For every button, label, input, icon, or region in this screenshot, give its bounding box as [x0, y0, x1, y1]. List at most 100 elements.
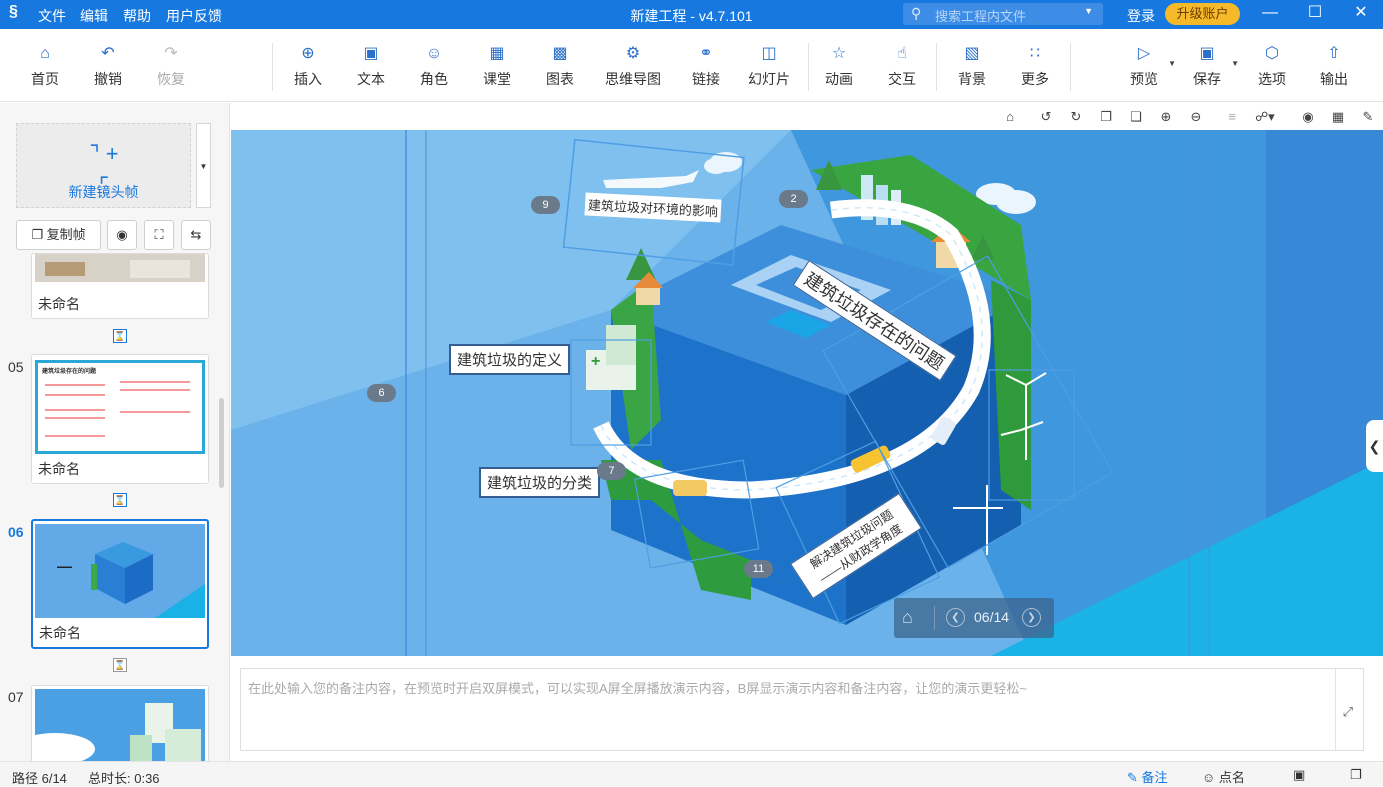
- rotate-right-icon[interactable]: ↻: [1067, 109, 1085, 125]
- text-icon: ▣: [363, 45, 379, 62]
- search-placeholder: 搜索工程内文件: [935, 9, 1027, 24]
- mindmap-button[interactable]: ⚙ 思维导图: [601, 43, 665, 89]
- menu-file[interactable]: 文件: [38, 6, 66, 26]
- role-button[interactable]: ☺ 角色: [405, 43, 463, 89]
- rollcall-button[interactable]: ☺ 点名: [1202, 767, 1245, 786]
- app-logo-icon: §: [9, 3, 18, 20]
- focus-frame-icon: ⛶: [154, 227, 164, 242]
- preview-button[interactable]: ▷ 预览 ▼: [1112, 43, 1176, 89]
- slide-button[interactable]: ◫ 幻灯片: [740, 43, 798, 89]
- path-badge[interactable]: 2: [779, 190, 808, 208]
- next-icon[interactable]: ❯: [1022, 608, 1041, 627]
- chart-button[interactable]: ▩ 图表: [531, 43, 589, 89]
- export-button[interactable]: ⇧ 输出: [1305, 43, 1363, 89]
- prev-icon[interactable]: ❮: [946, 608, 965, 627]
- screen-icon[interactable]: ▣: [1293, 767, 1305, 783]
- transition-icon[interactable]: ⌛: [113, 658, 127, 672]
- slide-canvas[interactable]: + 建筑垃圾对环境的影响 建筑垃圾存在的问题 建筑垃圾的定义 建筑垃圾的分类 解…: [231, 130, 1383, 656]
- slide-label-classification[interactable]: 建筑垃圾的分类: [479, 467, 601, 498]
- animation-button[interactable]: ☆ 动画: [810, 43, 868, 89]
- frame-number: 07: [8, 689, 24, 705]
- frame-thumb-title: 建筑垃圾存在的问题: [42, 369, 97, 375]
- align-icon[interactable]: ≡: [1223, 109, 1241, 125]
- undo-icon: ↶: [101, 45, 115, 62]
- notes-toggle-button[interactable]: ✎ 备注: [1127, 767, 1168, 786]
- zoom-in-icon[interactable]: ⊕: [1157, 109, 1175, 125]
- login-button[interactable]: 登录: [1127, 6, 1155, 26]
- settings-icon: ⬡: [1265, 45, 1279, 62]
- collapse-right-panel-button[interactable]: ❮: [1366, 420, 1383, 472]
- settings-icon[interactable]: ▦: [1329, 109, 1347, 125]
- path-badge[interactable]: 7: [597, 462, 626, 480]
- minimize-icon[interactable]: —: [1258, 3, 1282, 25]
- save-icon: ▣: [1199, 45, 1215, 62]
- lock-icon[interactable]: ☍▾: [1255, 109, 1275, 125]
- paste-icon[interactable]: ❑: [1127, 109, 1145, 125]
- home-button[interactable]: ⌂ 首页: [16, 43, 74, 89]
- frame-thumbnail-06[interactable]: ▬▬▬ 未命名: [31, 519, 209, 649]
- save-button[interactable]: ▣ 保存 ▼: [1175, 43, 1239, 89]
- hand-icon: ☝: [897, 45, 907, 62]
- redo-button[interactable]: ↷ 恢复: [142, 43, 200, 89]
- chevron-down-icon[interactable]: ▼: [1231, 59, 1239, 68]
- slide-label-definition[interactable]: 建筑垃圾的定义: [449, 344, 571, 375]
- frame-caption: 未命名: [39, 625, 81, 641]
- star-icon: ☆: [831, 45, 847, 62]
- path-button[interactable]: ⇆: [181, 220, 211, 250]
- close-icon[interactable]: ✕: [1349, 3, 1373, 25]
- menu-feedback[interactable]: 用户反馈: [166, 6, 222, 26]
- insert-button[interactable]: ⊕ 插入: [279, 43, 337, 89]
- slide-icon: ◫: [761, 45, 777, 62]
- camera-button[interactable]: ◉: [107, 220, 137, 250]
- upgrade-button[interactable]: 升级账户: [1165, 3, 1240, 25]
- notes-input[interactable]: 在此处输入您的备注内容，在预览时开启双屏模式，可以实现A屏全屏播放演示内容，B屏…: [240, 668, 1364, 751]
- status-bar: 路径 6/14 总时长: 0:36 ✎ 备注 ☺ 点名 ▣ ❐: [0, 761, 1383, 786]
- scrollbar[interactable]: [219, 398, 224, 488]
- frame-thumbnail-05[interactable]: 建筑垃圾存在的问题 未命名: [31, 354, 209, 484]
- menu-help[interactable]: 帮助: [123, 6, 151, 26]
- new-frame-button[interactable]: ⌝ + ⌜ 新建镜头帧: [16, 123, 191, 208]
- menu-edit[interactable]: 编辑: [80, 6, 108, 26]
- copy-frame-button[interactable]: ❐ 复制帧: [16, 220, 101, 250]
- frame-caption: 未命名: [38, 296, 80, 312]
- home-view-icon[interactable]: ⌂: [1001, 109, 1019, 125]
- text-button[interactable]: ▣ 文本: [342, 43, 400, 89]
- slide-pager: ⌂ ❮ 06/14 ❯: [894, 598, 1054, 638]
- more-button[interactable]: ∷ 更多: [1006, 43, 1064, 89]
- path-badge[interactable]: 9: [531, 196, 560, 214]
- zoom-out-icon[interactable]: ⊖: [1187, 109, 1205, 125]
- frame-number: 05: [8, 359, 24, 375]
- camera-icon: ◉: [116, 227, 128, 242]
- bar-chart-icon: ▩: [552, 45, 568, 62]
- interaction-button[interactable]: ☝ 交互: [873, 43, 931, 89]
- plus-circle-icon: ⊕: [301, 45, 315, 62]
- expand-icon[interactable]: ⤢: [1343, 704, 1353, 720]
- undo-button[interactable]: ↶ 撤销: [79, 43, 137, 89]
- transition-icon[interactable]: ⌛: [113, 329, 127, 343]
- frame-thumbnail-07[interactable]: [31, 685, 209, 761]
- window-icon[interactable]: ❐: [1350, 767, 1362, 783]
- rotate-left-icon[interactable]: ↺: [1037, 109, 1055, 125]
- home-icon[interactable]: ⌂: [902, 607, 913, 628]
- transition-icon[interactable]: ⌛: [113, 493, 127, 507]
- path-badge[interactable]: 11: [744, 560, 773, 578]
- fit-frame-button[interactable]: ⛶: [144, 220, 174, 250]
- screenshot-icon[interactable]: ◉: [1299, 109, 1317, 125]
- frame-thumbnail-04[interactable]: 未命名: [31, 253, 209, 319]
- new-frame-dropdown[interactable]: ▼: [196, 123, 211, 208]
- title-bar: § 文件 编辑 帮助 用户反馈 新建工程 - v4.7.101 ⚲ 搜索工程内文…: [0, 0, 1383, 29]
- duration-status: 总时长: 0:36: [88, 771, 160, 786]
- classroom-button[interactable]: ▦ 课堂: [468, 43, 526, 89]
- path-badge[interactable]: 6: [367, 384, 396, 402]
- chevron-down-icon[interactable]: ▼: [1084, 6, 1093, 16]
- options-button[interactable]: ⬡ 选项: [1243, 43, 1301, 89]
- maximize-icon[interactable]: ☐: [1303, 3, 1327, 25]
- pager-text: 06/14: [974, 609, 1010, 625]
- search-input[interactable]: ⚲ 搜索工程内文件 ▼: [903, 3, 1103, 25]
- link-button[interactable]: ⚭ 链接: [677, 43, 735, 89]
- notes-divider: [1335, 669, 1336, 750]
- copy-icon[interactable]: ❐: [1097, 109, 1115, 125]
- edit-icon[interactable]: ✎: [1359, 109, 1377, 125]
- background-button[interactable]: ▧ 背景: [943, 43, 1001, 89]
- frame-panel: ⌝ + ⌜ 新建镜头帧 ▼ ❐ 复制帧 ◉ ⛶ ⇆ 未命名 ⌛ 05 建筑垃圾存…: [0, 103, 230, 761]
